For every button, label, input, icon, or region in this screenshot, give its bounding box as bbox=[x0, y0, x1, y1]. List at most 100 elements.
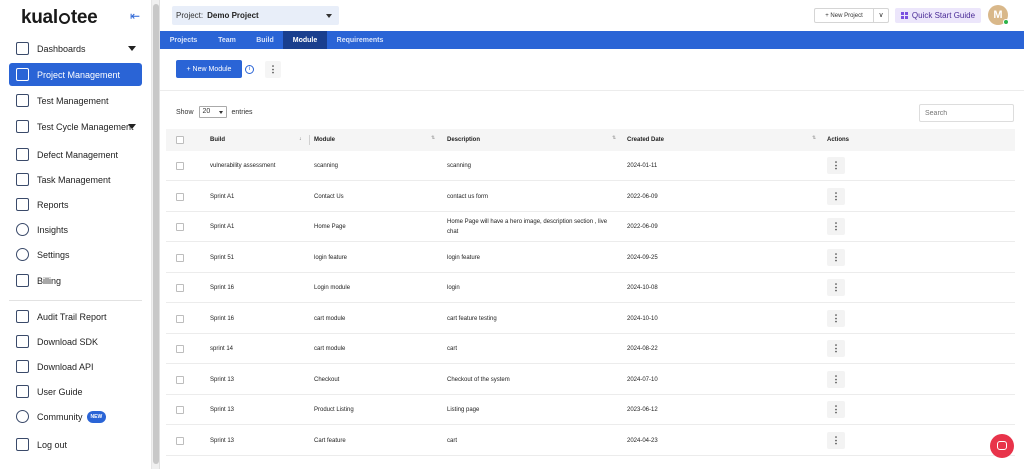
sort-desc-icon[interactable]: ↓ bbox=[299, 137, 302, 142]
sort-icon[interactable]: ⇅ bbox=[431, 136, 435, 141]
cell-build: Sprint 13 bbox=[210, 437, 235, 444]
new-badge: NEW bbox=[86, 410, 107, 423]
cell-created: 2024-09-25 bbox=[627, 254, 658, 261]
top-header: Project: Demo Project + New Project ∨ Qu… bbox=[160, 0, 1024, 30]
sidebar-item-label: Billing bbox=[37, 275, 62, 286]
row-checkbox[interactable] bbox=[176, 436, 184, 445]
new-project-button[interactable]: + New Project bbox=[814, 8, 874, 23]
cell-created: 2024-07-10 bbox=[627, 376, 658, 383]
row-checkbox[interactable] bbox=[176, 345, 184, 353]
online-status-icon bbox=[1003, 19, 1009, 25]
sidebar-item-task-management[interactable]: Task Management bbox=[9, 168, 142, 191]
new-module-button[interactable]: + New Module bbox=[176, 60, 242, 78]
row-actions-button[interactable]: ⋮ bbox=[827, 370, 845, 388]
cell-description: contact us form bbox=[447, 193, 489, 200]
search-input[interactable] bbox=[919, 104, 1014, 122]
cell-build: Sprint 16 bbox=[210, 315, 235, 322]
logo-dot bbox=[58, 13, 70, 24]
sidebar-item-label: Dashboards bbox=[37, 43, 86, 54]
new-project-dropdown[interactable]: ∨ bbox=[873, 8, 889, 23]
sidebar-item-billing[interactable]: Billing bbox=[9, 269, 142, 292]
logo-part-2: tee bbox=[70, 7, 98, 28]
row-checkbox[interactable] bbox=[176, 284, 184, 292]
tab-module[interactable]: Module bbox=[283, 31, 327, 49]
sidebar-item-download-api[interactable]: Download API bbox=[9, 355, 142, 378]
project-select[interactable]: Project: Demo Project bbox=[172, 6, 339, 25]
row-checkbox[interactable] bbox=[176, 162, 184, 170]
tab-requirements[interactable]: Requirements bbox=[327, 31, 393, 49]
sort-icon[interactable]: ⇅ bbox=[612, 136, 616, 141]
sidebar-item-log-out[interactable]: Log out bbox=[9, 433, 142, 456]
sidebar-item-label: Log out bbox=[37, 439, 68, 450]
row-actions-button[interactable]: ⋮ bbox=[827, 218, 845, 235]
row-checkbox[interactable] bbox=[176, 223, 184, 231]
sidebar-item-test-management[interactable]: Test Management bbox=[9, 89, 142, 112]
cell-build: Sprint A1 bbox=[210, 193, 235, 200]
cell-description: cart bbox=[447, 346, 458, 352]
table-row: sprint 14 cart module cart 2024-08-22 ⋮ bbox=[166, 334, 1015, 364]
sidebar-item-insights[interactable]: Insights bbox=[9, 218, 142, 241]
sidebar-item-reports[interactable]: Reports bbox=[9, 193, 142, 216]
quick-start-guide-button[interactable]: Quick Start Guide bbox=[895, 8, 981, 23]
sort-icon[interactable]: ⇅ bbox=[812, 136, 816, 141]
sidebar-item-settings[interactable]: Settings bbox=[9, 243, 142, 266]
sidebar-item-dashboards[interactable]: Dashboards bbox=[9, 37, 142, 60]
cell-created: 2024-08-22 bbox=[627, 346, 658, 352]
sidebar-item-defect-management[interactable]: Defect Management bbox=[9, 143, 142, 166]
row-checkbox[interactable] bbox=[176, 192, 184, 201]
scrollbar-thumb[interactable] bbox=[153, 4, 159, 464]
sidebar-item-download-sdk[interactable]: Download SDK bbox=[9, 330, 142, 353]
table-row: Sprint 13 Product Listing Listing page 2023… bbox=[166, 395, 1015, 425]
row-checkbox[interactable] bbox=[176, 375, 184, 384]
row-actions-button[interactable]: ⋮ bbox=[827, 401, 845, 418]
more-options-button[interactable]: ⋮ bbox=[265, 61, 281, 78]
sidebar-item-project-management[interactable]: Project Management bbox=[9, 63, 142, 86]
row-checkbox[interactable] bbox=[176, 253, 184, 262]
row-actions-button[interactable]: ⋮ bbox=[827, 431, 845, 449]
sidebar-item-label: Audit Trail Report bbox=[37, 311, 107, 322]
row-actions-button[interactable]: ⋮ bbox=[827, 248, 845, 266]
entries-select[interactable]: 20 bbox=[198, 106, 227, 118]
sidebar-item-community[interactable]: Community NEW bbox=[9, 405, 142, 428]
chevron-down-icon bbox=[326, 14, 332, 18]
sidebar-item-label: Settings bbox=[37, 249, 70, 260]
chat-icon bbox=[997, 441, 1007, 450]
sidebar-item-user-guide[interactable]: User Guide bbox=[9, 380, 142, 403]
row-actions-button[interactable]: ⋮ bbox=[827, 340, 845, 357]
project-label: Project: bbox=[176, 11, 204, 20]
cell-description: cart feature testing bbox=[447, 315, 497, 322]
table-row: Sprint A1 Contact Us contact us form 2022-0… bbox=[166, 182, 1015, 212]
row-checkbox[interactable] bbox=[176, 406, 184, 414]
table-row: vulnerability assessment scanning scanning… bbox=[166, 151, 1015, 181]
reports-icon bbox=[16, 198, 29, 211]
avatar[interactable]: M bbox=[988, 5, 1009, 25]
sidebar: kualitee kualtee ⇤ Dashboards Project Man… bbox=[0, 0, 152, 469]
header-module[interactable]: Module bbox=[314, 129, 335, 151]
header-build[interactable]: Build bbox=[210, 129, 225, 151]
chat-support-button[interactable] bbox=[990, 434, 1014, 458]
cell-build: sprint 14 bbox=[210, 346, 234, 352]
header-description[interactable]: Description bbox=[447, 129, 480, 151]
row-checkbox[interactable] bbox=[176, 314, 184, 323]
tab-projects[interactable]: Projects bbox=[160, 31, 207, 49]
collapse-sidebar-icon[interactable]: ⇤ bbox=[130, 10, 142, 22]
project-management-icon bbox=[16, 68, 29, 81]
sidebar-item-test-cycle-management[interactable]: Test Cycle Management bbox=[9, 115, 142, 138]
tab-team[interactable]: Team bbox=[207, 31, 247, 49]
row-actions-button[interactable]: ⋮ bbox=[827, 279, 845, 296]
header-created-date[interactable]: Created Date bbox=[627, 129, 664, 151]
cell-created: 2024-10-10 bbox=[627, 315, 658, 322]
avatar-initial: M bbox=[993, 9, 1003, 21]
sidebar-item-audit-trail-report[interactable]: Audit Trail Report bbox=[9, 305, 142, 328]
info-icon[interactable]: i bbox=[245, 65, 254, 74]
table-row: Sprint 51 login feature login feature 2024-… bbox=[166, 243, 1015, 273]
row-actions-button[interactable]: ⋮ bbox=[827, 309, 845, 327]
tab-build[interactable]: Build bbox=[247, 31, 283, 49]
kualitee-logo[interactable]: kualitee kualtee bbox=[16, 7, 98, 29]
row-actions-button[interactable]: ⋮ bbox=[827, 187, 845, 205]
select-all-checkbox[interactable] bbox=[176, 136, 184, 144]
cell-module: Cart feature bbox=[314, 437, 346, 444]
row-actions-button[interactable]: ⋮ bbox=[827, 157, 845, 174]
sidebar-scrollbar[interactable] bbox=[152, 0, 160, 469]
task-icon bbox=[16, 173, 29, 186]
